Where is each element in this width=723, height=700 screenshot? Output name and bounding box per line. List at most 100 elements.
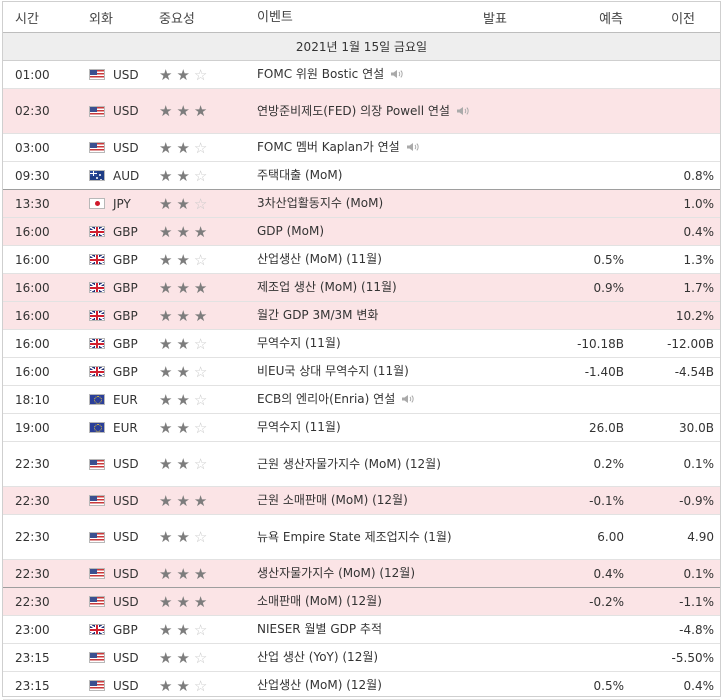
event-name[interactable]: 산업 생산 (YoY) (12월) (257, 650, 378, 664)
event-name[interactable]: ECB의 엔리아(Enria) 연설 (257, 392, 395, 406)
event-name[interactable]: 소매판매 (MoM) (12월) (257, 594, 382, 608)
event-name[interactable]: 제조업 생산 (MoM) (11월) (257, 280, 397, 294)
event-name[interactable]: 월간 GDP 3M/3M 변화 (257, 308, 378, 322)
event-name[interactable]: 뉴욕 Empire State 제조업지수 (1월) (257, 530, 452, 544)
table-row[interactable]: 16:00 GBP ★ ★ ★ 월간 GDP 3M/3M 변화 10.2% (3, 302, 720, 330)
table-row[interactable]: 16:00 GBP ★ ★ ☆ 비EU국 상대 무역수지 (11월) -1.40B -4.54… (3, 358, 720, 386)
event-name-cell[interactable]: 월간 GDP 3M/3M 변화 (257, 306, 481, 325)
table-row[interactable]: 23:15 USD ★ ★ ☆ 산업 생산 (YoY) (12월) -5.50% (3, 644, 720, 672)
event-name[interactable]: 산업생산 (MoM) (12월) (257, 678, 382, 692)
forecast-value: -0.1% (589, 493, 624, 508)
forecast-value: 0.5% (593, 252, 625, 267)
event-name[interactable]: NIESER 월별 GDP 추적 (257, 622, 382, 636)
importance-stars: ★ ★ ★ (155, 565, 257, 583)
event-name-cell[interactable]: 제조업 생산 (MoM) (11월) (257, 278, 481, 297)
event-name[interactable]: 근원 생산자물가지수 (MoM) (12월) (257, 457, 441, 471)
star-filled-icon: ★ (159, 592, 173, 611)
star-filled-icon: ★ (159, 491, 173, 510)
event-name[interactable]: 산업생산 (MoM) (11월) (257, 252, 382, 266)
table-row[interactable]: 22:30 USD ★ ★ ☆ 뉴욕 Empire State 제조업지수 (1월) 6.0… (3, 515, 720, 560)
table-row[interactable]: 22:30 USD ★ ★ ★ 소매판매 (MoM) (12월) -0.2% -1.1% (3, 588, 720, 616)
table-row[interactable]: 19:00 EUR ★ ★ ☆ 무역수지 (11월) 26.0B 30.0B (3, 414, 720, 442)
table-row[interactable]: 16:00 GBP ★ ★ ☆ 무역수지 (11월) -10.18B -12.00B (3, 330, 720, 358)
event-name-cell[interactable]: 연방준비제도(FED) 의장 Powell 연설 (257, 102, 481, 121)
star-filled-icon: ★ (159, 455, 173, 473)
table-row[interactable]: 16:00 GBP ★ ★ ★ GDP (MoM) 0.4% (3, 218, 720, 246)
event-name-cell[interactable]: 소매판매 (MoM) (12월) (257, 592, 481, 611)
event-name-cell[interactable]: 3차산업활동지수 (MoM) (257, 194, 481, 213)
event-name[interactable]: FOMC 멤버 Kaplan가 연설 (257, 140, 400, 154)
event-name-cell[interactable]: 산업 생산 (YoY) (12월) (257, 648, 481, 667)
event-name-cell[interactable]: 뉴욕 Empire State 제조업지수 (1월) (257, 528, 481, 547)
event-name[interactable]: 근원 소매판매 (MoM) (12월) (257, 493, 408, 507)
gbp-flag-icon (89, 254, 105, 265)
event-name[interactable]: 연방준비제도(FED) 의장 Powell 연설 (257, 104, 450, 118)
star-filled-icon: ★ (176, 390, 190, 409)
table-row[interactable]: 02:30 USD ★ ★ ★ 연방준비제도(FED) 의장 Powell 연설 (3, 89, 720, 134)
event-name[interactable]: 무역수지 (11월) (257, 336, 341, 350)
importance-stars: ★ ★ ★ (155, 223, 257, 241)
event-name-cell[interactable]: FOMC 위원 Bostic 연설 (257, 65, 481, 84)
star-empty-icon: ☆ (193, 390, 208, 409)
currency-code: USD (113, 104, 139, 118)
event-name-cell[interactable]: 근원 소매판매 (MoM) (12월) (257, 491, 481, 510)
table-row[interactable]: 01:00 USD ★ ★ ☆ FOMC 위원 Bostic 연설 (3, 61, 720, 89)
speaker-icon (456, 106, 469, 115)
star-filled-icon: ★ (193, 102, 208, 120)
event-name-cell[interactable]: 무역수지 (11월) (257, 418, 481, 437)
event-name-cell[interactable]: 근원 생산자물가지수 (MoM) (12월) (257, 455, 481, 474)
table-row[interactable]: 22:30 USD ★ ★ ★ 근원 소매판매 (MoM) (12월) -0.1% -0.9% (3, 487, 720, 515)
importance-stars: ★ ★ ☆ (155, 195, 257, 213)
star-filled-icon: ★ (176, 564, 190, 583)
star-empty-icon: ☆ (193, 648, 208, 667)
event-name-cell[interactable]: 주택대출 (MoM) (257, 166, 481, 185)
table-row[interactable]: 03:00 USD ★ ★ ☆ FOMC 멤버 Kaplan가 연설 (3, 134, 720, 162)
header-time[interactable]: 시간 (3, 8, 83, 27)
event-name-cell[interactable]: 무역수지 (11월) (257, 334, 481, 353)
currency-code: GBP (113, 308, 138, 323)
table-row[interactable]: 23:00 GBP ★ ★ ☆ NIESER 월별 GDP 추적 -4.8% (3, 616, 720, 644)
currency-cell: USD (83, 104, 155, 118)
currency-cell: GBP (83, 253, 155, 267)
event-name[interactable]: 생산자물가지수 (MoM) (12월) (257, 566, 415, 580)
event-name[interactable]: 비EU국 상대 무역수지 (11월) (257, 364, 409, 378)
currency-code: GBP (113, 336, 138, 351)
table-row[interactable]: 16:00 GBP ★ ★ ★ 제조업 생산 (MoM) (11월) 0.9% 1.7% (3, 274, 720, 302)
forecast-value: 26.0B (589, 420, 624, 435)
event-name-cell[interactable]: 산업생산 (MoM) (11월) (257, 250, 481, 269)
event-name[interactable]: 3차산업활동지수 (MoM) (257, 196, 383, 210)
event-name-cell[interactable]: FOMC 멤버 Kaplan가 연설 (257, 138, 481, 157)
header-currency[interactable]: 외화 (83, 8, 155, 27)
star-filled-icon: ★ (193, 222, 208, 241)
header-importance[interactable]: 중요성 (155, 8, 257, 27)
star-empty-icon: ☆ (193, 362, 208, 381)
event-name-cell[interactable]: 생산자물가지수 (MoM) (12월) (257, 564, 481, 583)
table-row[interactable]: 09:30 AUD ★ ★ ☆ 주택대출 (MoM) 0.8% (3, 162, 720, 190)
table-row[interactable]: 13:30 JPY ★ ★ ☆ 3차산업활동지수 (MoM) 1.0% (3, 190, 720, 218)
event-name-cell[interactable]: 산업생산 (MoM) (12월) (257, 676, 481, 695)
table-row[interactable]: 16:00 GBP ★ ★ ☆ 산업생산 (MoM) (11월) 0.5% 1.3% (3, 246, 720, 274)
event-name-cell[interactable]: NIESER 월별 GDP 추적 (257, 620, 481, 639)
header-previous[interactable]: 이전 (627, 8, 719, 27)
header-actual[interactable]: 발표 (481, 8, 543, 27)
previous-value: 0.4% (683, 678, 715, 693)
event-name[interactable]: FOMC 위원 Bostic 연설 (257, 67, 384, 81)
previous-value: 30.0B (679, 420, 714, 435)
table-row[interactable]: 18:10 EUR ★ ★ ☆ ECB의 엔리아(Enria) 연설 (3, 386, 720, 414)
table-row[interactable]: 23:15 USD ★ ★ ☆ 산업생산 (MoM) (12월) 0.5% 0.4% (3, 672, 720, 700)
event-name-cell[interactable]: 비EU국 상대 무역수지 (11월) (257, 362, 481, 381)
importance-stars: ★ ★ ★ (155, 307, 257, 325)
header-forecast[interactable]: 예측 (543, 8, 627, 27)
usd-flag-icon (89, 458, 105, 470)
gbp-flag-icon (89, 226, 105, 237)
event-name-cell[interactable]: GDP (MoM) (257, 222, 481, 241)
table-row[interactable]: 22:30 USD ★ ★ ★ 생산자물가지수 (MoM) (12월) 0.4% 0.1% (3, 560, 720, 588)
event-name-cell[interactable]: ECB의 엔리아(Enria) 연설 (257, 390, 481, 409)
previous-value: 1.0% (683, 196, 715, 211)
event-name[interactable]: GDP (MoM) (257, 224, 324, 238)
event-name[interactable]: 무역수지 (11월) (257, 420, 341, 434)
gbp-flag-icon (89, 366, 105, 377)
event-name[interactable]: 주택대출 (MoM) (257, 168, 342, 182)
header-event[interactable]: 이벤트 (257, 8, 481, 27)
table-row[interactable]: 22:30 USD ★ ★ ☆ 근원 생산자물가지수 (MoM) (12월) 0.2% 0.1… (3, 442, 720, 487)
